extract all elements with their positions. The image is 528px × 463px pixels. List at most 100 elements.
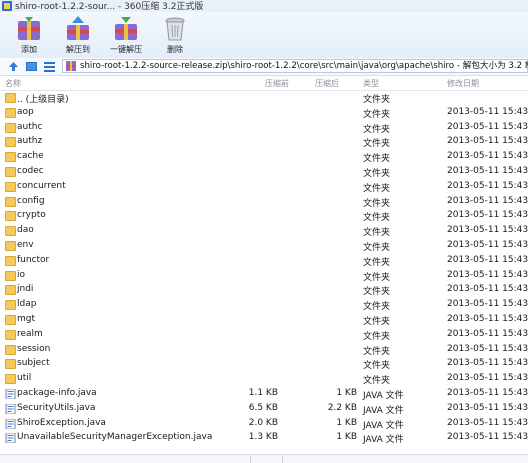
list-view-icon[interactable] — [44, 61, 55, 72]
item-name: functor — [17, 254, 50, 265]
item-name: authc — [17, 121, 43, 132]
item-size: 2.0 KB — [248, 417, 278, 428]
up-level-icon[interactable] — [8, 61, 19, 72]
item-date: 2013-05-11 15:43 — [447, 254, 528, 265]
column-header: 名称 压缩前 压缩后 类型 修改日期 — [0, 77, 528, 91]
item-type: JAVA 文件 — [363, 405, 404, 416]
item-compressed-size: 2.2 KB — [327, 402, 357, 413]
item-type: 文件夹 — [363, 109, 391, 120]
item-date: 2013-05-11 15:43 — [447, 343, 528, 354]
app-icon — [2, 1, 12, 11]
item-date: 2013-05-11 15:43 — [447, 269, 528, 280]
item-type: 文件夹 — [363, 95, 391, 105]
list-item[interactable]: mgt 文件夹 2013-05-11 15:43 — [0, 313, 528, 328]
item-name: codec — [17, 166, 44, 176]
item-compressed-size: 1 KB — [336, 388, 357, 398]
item-type: 文件夹 — [363, 257, 391, 268]
col-date[interactable]: 修改日期 — [447, 78, 479, 89]
col-compressed[interactable]: 压缩后 — [315, 78, 339, 89]
item-name: .. (上级目录) — [17, 95, 69, 105]
list-item[interactable]: env 文件夹 2013-05-11 15:43 — [0, 239, 528, 254]
item-type: 文件夹 — [363, 346, 391, 357]
item-name: subject — [17, 358, 50, 369]
folder-icon — [5, 137, 16, 148]
list-item[interactable]: ShiroException.java 2.0 KB 1 KB JAVA 文件 2013… — [0, 417, 528, 432]
item-name: crypto — [17, 210, 46, 221]
item-name: authz — [17, 136, 43, 147]
item-date: 2013-05-11 15:43 — [447, 328, 528, 339]
list-item[interactable]: ldap 文件夹 2013-05-11 15:43 — [0, 298, 528, 313]
list-item[interactable]: authz 文件夹 2013-05-11 15:43 — [0, 135, 528, 150]
delete-button[interactable]: 删除 — [155, 15, 195, 57]
col-type[interactable]: 类型 — [363, 78, 379, 89]
list-item[interactable]: cache 文件夹 2013-05-11 15:43 — [0, 150, 528, 165]
item-name: UnavailableSecurityManagerException.java — [17, 432, 213, 443]
list-item[interactable]: concurrent 文件夹 2013-05-11 15:43 — [0, 180, 528, 195]
list-item[interactable]: codec 文件夹 2013-05-11 15:43 — [0, 165, 528, 180]
list-item[interactable]: subject 文件夹 2013-05-11 15:43 — [0, 357, 528, 372]
list-item[interactable]: realm 文件夹 2013-05-11 15:43 — [0, 328, 528, 343]
folder-icon — [5, 241, 16, 251]
item-name: cache — [17, 151, 44, 162]
java-file-icon — [5, 418, 16, 430]
folder-icon — [5, 107, 16, 118]
item-size: 1.3 KB — [248, 432, 278, 443]
item-type: 文件夹 — [363, 243, 391, 253]
item-type: 文件夹 — [363, 376, 391, 387]
list-item[interactable]: functor 文件夹 2013-05-11 15:43 — [0, 254, 528, 269]
item-type: 文件夹 — [363, 228, 391, 239]
item-name: ShiroException.java — [17, 417, 106, 428]
java-file-icon — [5, 388, 16, 400]
list-item[interactable]: dao 文件夹 2013-05-11 15:43 — [0, 224, 528, 239]
folder-icon — [5, 122, 16, 133]
list-item[interactable]: aop 文件夹 2013-05-11 15:43 — [0, 106, 528, 121]
col-name[interactable]: 名称 — [5, 78, 21, 89]
item-name: jndi — [17, 284, 34, 295]
toolbar: 添加 解压到 一键解压 删除 — [0, 12, 528, 59]
list-item[interactable]: .. (上级目录) 文件夹 — [0, 91, 528, 106]
item-type: 文件夹 — [363, 139, 391, 150]
item-name: concurrent — [17, 180, 66, 191]
item-date: 2013-05-11 15:43 — [447, 151, 528, 162]
view-icon[interactable] — [26, 61, 37, 72]
extract-to-button[interactable]: 解压到 — [58, 15, 98, 57]
one-click-extract-button[interactable]: 一键解压 — [106, 15, 146, 57]
extract-to-icon — [67, 16, 89, 40]
item-date: 2013-05-11 15:43 — [447, 358, 528, 369]
delete-icon — [165, 17, 185, 41]
list-item[interactable]: util 文件夹 2013-05-11 15:43 — [0, 372, 528, 387]
add-button[interactable]: 添加 — [9, 15, 49, 57]
folder-icon — [5, 211, 16, 222]
java-file-icon — [5, 403, 16, 415]
address-field[interactable]: shiro-root-1.2.2-source-release.zip\shir… — [62, 59, 528, 73]
folder-icon — [5, 167, 16, 177]
item-type: 文件夹 — [363, 317, 391, 327]
folder-icon — [5, 300, 16, 311]
list-item[interactable]: session 文件夹 2013-05-11 15:43 — [0, 343, 528, 358]
item-name: session — [17, 343, 51, 354]
item-type: 文件夹 — [363, 124, 391, 135]
item-name: env — [17, 240, 34, 250]
one-click-extract-label: 一键解压 — [110, 45, 142, 54]
col-size[interactable]: 压缩前 — [265, 78, 289, 89]
item-date: 2013-05-11 15:43 — [447, 180, 528, 191]
item-date: 2013-05-11 15:43 — [447, 136, 528, 147]
list-item[interactable]: io 文件夹 2013-05-11 15:43 — [0, 269, 528, 284]
item-type: JAVA 文件 — [363, 435, 404, 446]
item-date: 2013-05-11 15:43 — [447, 240, 528, 250]
list-item[interactable]: config 文件夹 2013-05-11 15:43 — [0, 195, 528, 210]
list-item[interactable]: package-info.java 1.1 KB 1 KB JAVA 文件 2013-0… — [0, 387, 528, 402]
item-name: mgt — [17, 314, 36, 324]
item-date: 2013-05-11 15:43 — [447, 417, 528, 428]
item-type: JAVA 文件 — [363, 391, 404, 401]
folder-icon — [5, 93, 16, 103]
list-item[interactable]: UnavailableSecurityManagerException.java… — [0, 431, 528, 446]
list-item[interactable]: crypto 文件夹 2013-05-11 15:43 — [0, 209, 528, 224]
item-type: 文件夹 — [363, 331, 391, 342]
item-date: 2013-05-11 15:43 — [447, 225, 528, 236]
list-item[interactable]: SecurityUtils.java 6.5 KB 2.2 KB JAVA 文件 201… — [0, 402, 528, 417]
folder-icon — [5, 270, 16, 281]
list-item[interactable]: authc 文件夹 2013-05-11 15:43 — [0, 121, 528, 136]
item-size: 1.1 KB — [248, 388, 278, 398]
list-item[interactable]: jndi 文件夹 2013-05-11 15:43 — [0, 283, 528, 298]
